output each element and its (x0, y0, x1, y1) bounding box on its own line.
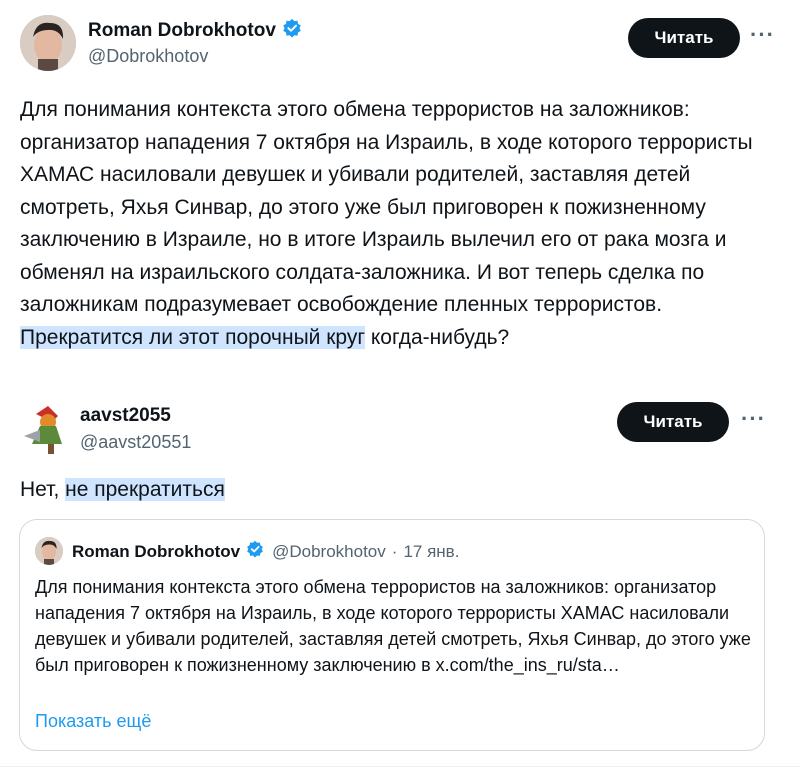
reply-author-name[interactable]: aavst2055 (80, 405, 171, 427)
reply-follow-button[interactable]: Читать (617, 402, 729, 442)
tweet-text-end: когда-нибудь? (365, 325, 510, 349)
show-more-link[interactable]: Показать ещё (35, 708, 151, 734)
quoted-author-name: Roman Dobrokhotov (72, 541, 241, 561)
author-name-line[interactable]: Roman Dobrokhotov (88, 18, 302, 44)
quoted-verified-badge-icon (246, 540, 264, 563)
reply-text-main: Нет, (20, 478, 66, 501)
tweet-text-highlight: Прекратится ли этот порочный круг (20, 325, 366, 349)
verified-badge-icon (282, 18, 302, 44)
reply-more-options-icon[interactable]: ··· (741, 406, 766, 432)
reply-text-highlight: не прекратиться (65, 478, 225, 501)
reply-avatar[interactable] (18, 400, 74, 456)
more-options-icon[interactable]: ··· (750, 22, 775, 48)
tweet-text-main: Для понимания контекста этого обмена тер… (20, 98, 753, 316)
quoted-text: Для понимания контекста этого обмена тер… (35, 577, 751, 675)
divider (0, 766, 800, 767)
quoted-separator: · (391, 541, 398, 561)
follow-button[interactable]: Читать (628, 18, 740, 58)
quoted-avatar (35, 537, 63, 565)
reply-author-handle[interactable]: @aavst20551 (80, 432, 191, 453)
quoted-date: 17 янв. (403, 541, 460, 561)
quoted-author-handle: @Dobrokhotov (272, 541, 386, 561)
avatar[interactable] (20, 15, 76, 71)
author-name[interactable]: Roman Dobrokhotov (88, 20, 276, 42)
quoted-header: Roman Dobrokhotov @Dobrokhotov · 17 янв. (72, 540, 459, 563)
author-handle[interactable]: @Dobrokhotov (88, 46, 208, 67)
tweet-text: Для понимания контекста этого обмена тер… (20, 94, 782, 354)
quoted-tweet-card[interactable]: Roman Dobrokhotov @Dobrokhotov · 17 янв.… (19, 519, 765, 751)
reply-text: Нет, не прекратиться (20, 474, 225, 506)
